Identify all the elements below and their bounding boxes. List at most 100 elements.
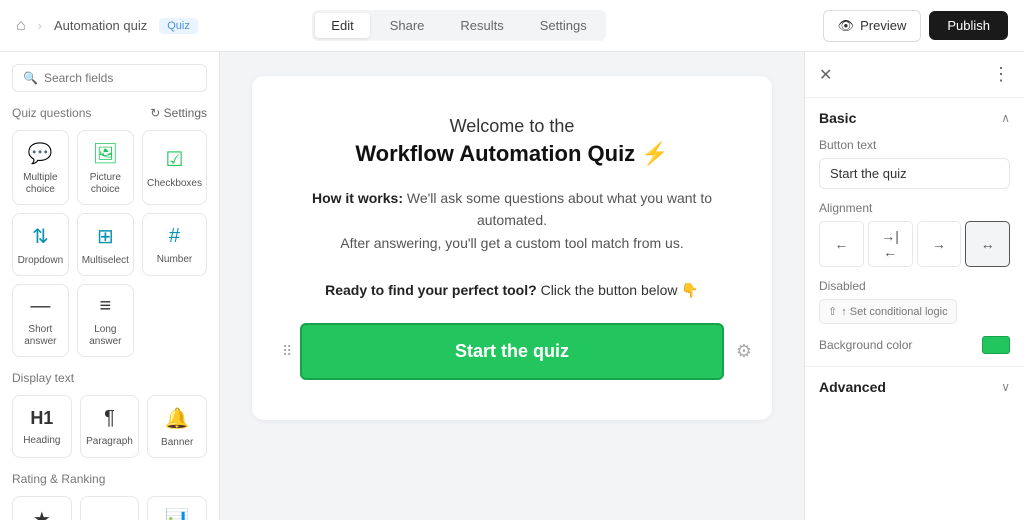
long-answer-icon: ≡ <box>100 295 112 318</box>
checkboxes-label: Checkboxes <box>147 178 202 190</box>
multiselect-label: Multiselect <box>82 255 129 267</box>
heading-icon: H1 <box>30 408 53 429</box>
search-icon: 🔍 <box>23 71 38 85</box>
long-answer-label: Long answer <box>82 324 129 348</box>
banner-icon: 🔔 <box>165 406 190 431</box>
short-answer-icon: — <box>30 295 50 318</box>
conditional-icon: ⇧ <box>828 305 837 318</box>
button-wrapper: ⠿ Start the quiz ⚙ <box>300 323 724 380</box>
quiz-description: How it works: We'll ask some questions a… <box>300 187 724 254</box>
alignment-label: Alignment <box>819 201 1010 215</box>
advanced-section: Advanced ∨ <box>805 367 1024 407</box>
multiselect-item[interactable]: ⊞ Multiselect <box>77 213 134 276</box>
checkboxes-icon: ☑ <box>166 147 184 172</box>
display-text-title: Display text <box>12 371 74 385</box>
dropdown-item[interactable]: ⇅ Dropdown <box>12 213 69 276</box>
canvas-area: Welcome to the Workflow Automation Quiz … <box>220 52 804 520</box>
tab-edit[interactable]: Edit <box>315 13 369 38</box>
breadcrumb-separator: › <box>38 18 42 33</box>
paragraph-label: Paragraph <box>86 436 133 448</box>
breadcrumb-title: Automation quiz <box>54 18 147 33</box>
tab-share[interactable]: Share <box>374 13 441 38</box>
quiz-cta-text: Ready to find your perfect tool? Click t… <box>300 282 724 299</box>
main-layout: 🔍 Quiz questions ↻ Settings 💬 Multiple c… <box>0 52 1024 520</box>
basic-title: Basic <box>819 110 856 126</box>
slider-item[interactable]: ||| Slider <box>80 496 140 520</box>
quiz-card: Welcome to the Workflow Automation Quiz … <box>252 76 772 420</box>
quiz-main-title: Workflow Automation Quiz ⚡ <box>300 141 724 167</box>
panel-header: ✕ ⋮ <box>805 52 1024 98</box>
bg-color-label: Background color <box>819 338 912 352</box>
paragraph-icon: ¶ <box>104 407 115 430</box>
bg-color-row: Background color <box>819 336 1010 354</box>
more-options-icon[interactable]: ⋮ <box>992 64 1010 85</box>
preview-button[interactable]: 👁 Preview <box>823 10 922 42</box>
alignment-group: ← →|← → ↔ <box>819 221 1010 267</box>
number-label: Number <box>157 254 193 266</box>
quiz-items-grid: 💬 Multiple choice 🖼 Picture choice ☑ Che… <box>12 130 207 357</box>
picture-choice-label: Picture choice <box>82 172 129 196</box>
settings-link[interactable]: ↻ Settings <box>150 106 207 120</box>
rating-items-grid: ★ Star Rating ||| Slider 📊 Opinion scale <box>12 496 207 520</box>
button-text-input[interactable] <box>819 158 1010 189</box>
star-rating-item[interactable]: ★ Star Rating <box>12 496 72 520</box>
opinion-scale-icon: 📊 <box>165 507 190 520</box>
display-text-header: Display text <box>12 371 207 385</box>
disabled-row: ⇧ ↑ Set conditional logic <box>819 299 1010 324</box>
color-swatch[interactable] <box>982 336 1010 354</box>
chevron-up-icon: ∧ <box>1001 111 1010 125</box>
start-quiz-button[interactable]: Start the quiz <box>300 323 724 380</box>
chevron-down-icon: ∨ <box>1001 380 1010 394</box>
drag-handle-icon[interactable]: ⠿ <box>282 343 292 360</box>
close-icon[interactable]: ✕ <box>819 65 832 85</box>
quiz-welcome-text: Welcome to the <box>300 116 724 137</box>
short-answer-item[interactable]: — Short answer <box>12 284 69 357</box>
quiz-questions-title: Quiz questions <box>12 106 91 120</box>
top-nav: ⌂ › Automation quiz Quiz Edit Share Resu… <box>0 0 1024 52</box>
number-icon: # <box>169 225 180 248</box>
search-input[interactable] <box>44 71 196 85</box>
display-items-grid: H1 Heading ¶ Paragraph 🔔 Banner <box>12 395 207 458</box>
gear-icon[interactable]: ⚙ <box>736 341 752 362</box>
opinion-scale-item[interactable]: 📊 Opinion scale <box>147 496 207 520</box>
search-box[interactable]: 🔍 <box>12 64 207 92</box>
banner-label: Banner <box>161 437 193 449</box>
publish-button[interactable]: Publish <box>929 11 1008 40</box>
picture-choice-item[interactable]: 🖼 Picture choice <box>77 130 134 205</box>
basic-section-header[interactable]: Basic ∧ <box>819 110 1010 126</box>
rating-ranking-title: Rating & Ranking <box>12 472 105 486</box>
align-left-button[interactable]: ← <box>819 221 864 267</box>
dropdown-label: Dropdown <box>18 255 64 267</box>
multiple-choice-label: Multiple choice <box>17 172 64 196</box>
checkboxes-item[interactable]: ☑ Checkboxes <box>142 130 207 205</box>
home-icon[interactable]: ⌂ <box>16 17 26 35</box>
multiple-choice-icon: 💬 <box>28 141 53 166</box>
tab-results[interactable]: Results <box>444 13 519 38</box>
right-panel: ✕ ⋮ Basic ∧ Button text Alignment ← →|← … <box>804 52 1024 520</box>
advanced-title: Advanced <box>819 379 886 395</box>
star-rating-icon: ★ <box>33 507 51 520</box>
left-sidebar: 🔍 Quiz questions ↻ Settings 💬 Multiple c… <box>0 52 220 520</box>
banner-item[interactable]: 🔔 Banner <box>147 395 207 458</box>
nav-right: 👁 Preview Publish <box>823 10 1008 42</box>
long-answer-item[interactable]: ≡ Long answer <box>77 284 134 357</box>
align-center-compress-button[interactable]: →|← <box>868 221 913 267</box>
align-stretch-button[interactable]: ↔ <box>965 221 1010 267</box>
heading-label: Heading <box>23 435 60 447</box>
set-conditional-logic-button[interactable]: ⇧ ↑ Set conditional logic <box>819 299 957 324</box>
disabled-label: Disabled <box>819 279 1010 293</box>
advanced-section-header[interactable]: Advanced ∨ <box>819 379 1010 395</box>
nav-tabs: Edit Share Results Settings <box>312 10 605 41</box>
align-right-button[interactable]: → <box>917 221 962 267</box>
tab-settings[interactable]: Settings <box>524 13 603 38</box>
picture-choice-icon: 🖼 <box>93 141 118 166</box>
eye-icon: 👁 <box>838 18 855 34</box>
heading-item[interactable]: H1 Heading <box>12 395 72 458</box>
number-item[interactable]: # Number <box>142 213 207 276</box>
quiz-questions-header: Quiz questions ↻ Settings <box>12 106 207 120</box>
multiselect-icon: ⊞ <box>97 224 114 249</box>
short-answer-label: Short answer <box>17 324 64 348</box>
multiple-choice-item[interactable]: 💬 Multiple choice <box>12 130 69 205</box>
paragraph-item[interactable]: ¶ Paragraph <box>80 395 140 458</box>
rating-ranking-header: Rating & Ranking <box>12 472 207 486</box>
